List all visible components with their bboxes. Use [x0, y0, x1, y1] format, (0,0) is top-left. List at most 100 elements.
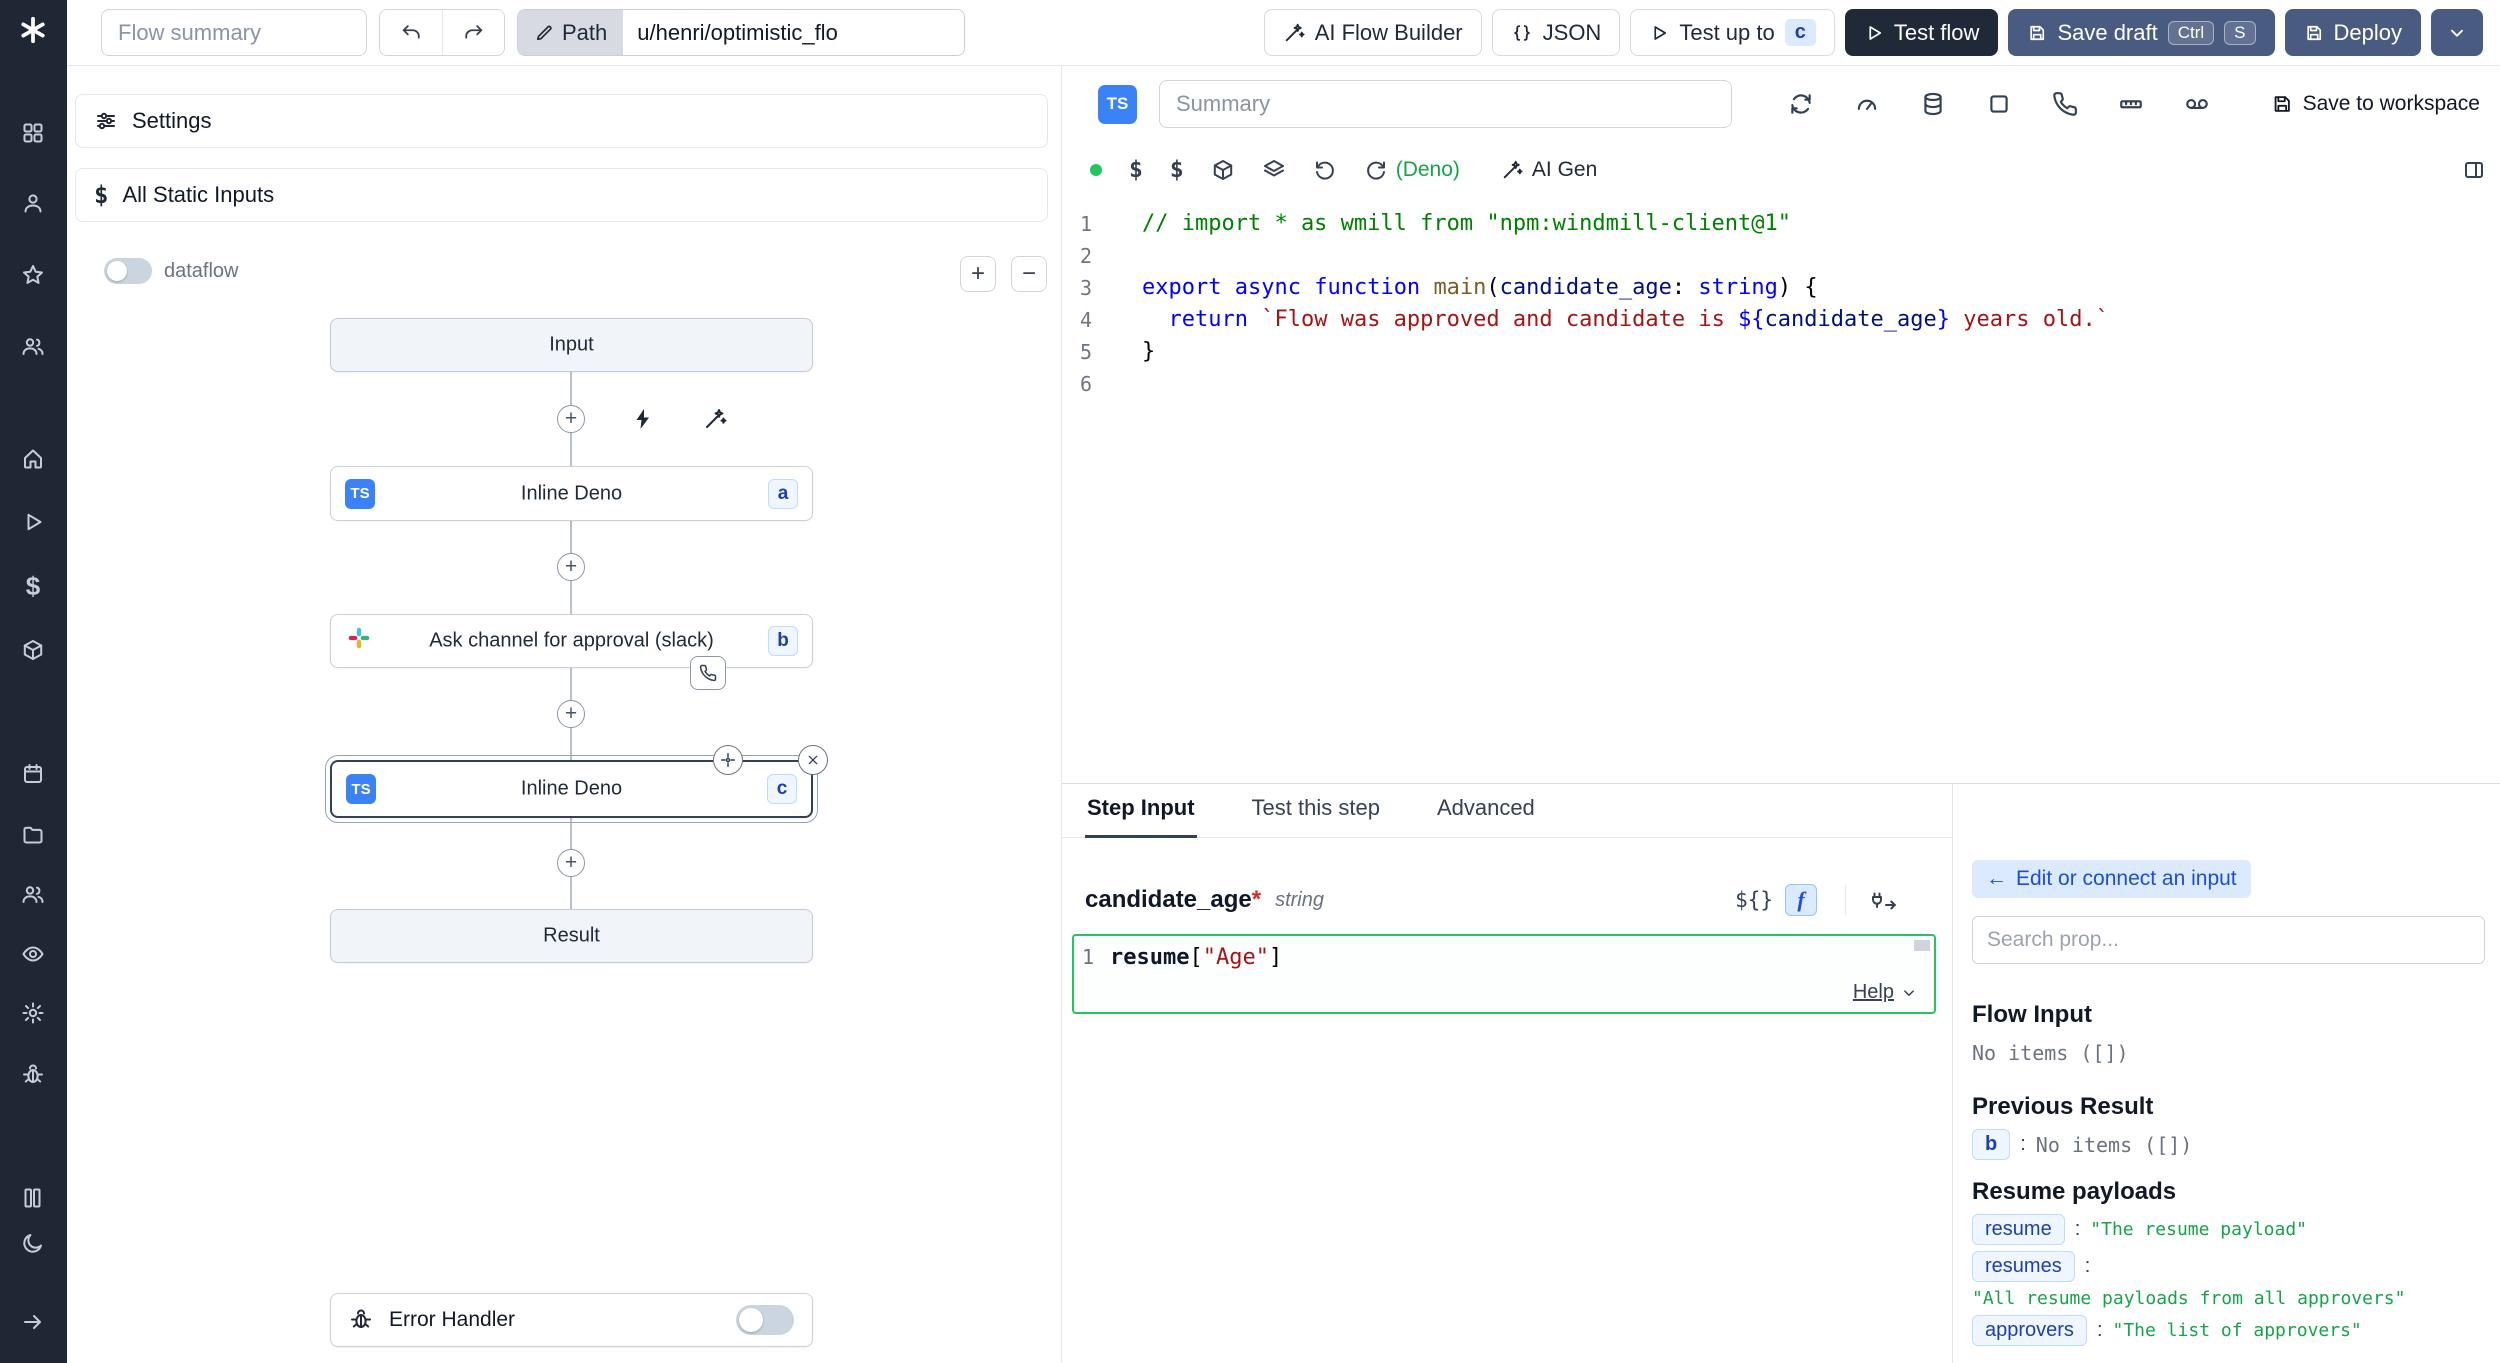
- ruler-icon[interactable]: [2118, 91, 2144, 117]
- ai-flow-builder-button[interactable]: AI Flow Builder: [1264, 9, 1482, 56]
- json-button[interactable]: JSON: [1492, 9, 1621, 56]
- expression-button[interactable]: ${}: [1735, 888, 1773, 912]
- approvers-chip[interactable]: approvers: [1972, 1315, 2087, 1346]
- expand-sidebar-arrow-icon[interactable]: [13, 1302, 53, 1342]
- stop-square-icon[interactable]: [1986, 91, 2012, 117]
- step-node-a[interactable]: TS Inline Deno a: [330, 466, 813, 521]
- step-node-c-selected[interactable]: TS Inline Deno c: [330, 760, 813, 818]
- layers-icon[interactable]: [1262, 158, 1286, 182]
- add-step-button[interactable]: +: [557, 405, 585, 433]
- reset-undo-icon[interactable]: [1313, 158, 1337, 182]
- input-node[interactable]: Input: [330, 318, 813, 372]
- schedules-calendar-icon[interactable]: [13, 754, 53, 794]
- mini-editor-scrollbar[interactable]: [1914, 940, 1930, 951]
- search-prop-input[interactable]: [1972, 916, 2485, 964]
- code-editor[interactable]: 1// import * as wmill from "npm:windmill…: [1062, 198, 2500, 400]
- tab-advanced[interactable]: Advanced: [1435, 795, 1537, 838]
- panel-columns-icon[interactable]: [2462, 158, 2486, 182]
- docs-books-icon[interactable]: [13, 1178, 53, 1218]
- edit-connect-button[interactable]: ← Edit or connect an input: [1972, 860, 2251, 898]
- move-step-crosshair-icon[interactable]: [713, 745, 743, 775]
- users-icon[interactable]: [13, 183, 53, 223]
- deploy-menu-button[interactable]: [2431, 9, 2483, 56]
- resume-chip[interactable]: resume: [1972, 1214, 2065, 1245]
- add-step-button[interactable]: +: [557, 553, 585, 581]
- package-cube-icon[interactable]: [1211, 158, 1235, 182]
- settings-gear-icon[interactable]: [13, 993, 53, 1033]
- mini-code-tokens[interactable]: resume["Age"]: [1110, 945, 1282, 970]
- error-handler-row[interactable]: Error Handler: [330, 1293, 813, 1347]
- dark-mode-moon-icon[interactable]: [13, 1223, 53, 1263]
- windmill-logo-icon[interactable]: [13, 10, 53, 50]
- help-link[interactable]: Help: [1853, 981, 1918, 1004]
- approvers-row: approvers : "The list of approvers": [1972, 1315, 2485, 1346]
- refresh-cycle-icon[interactable]: [1788, 91, 1814, 117]
- home-icon[interactable]: [13, 439, 53, 479]
- database-icon[interactable]: [1920, 91, 1946, 117]
- resumes-chip[interactable]: resumes: [1972, 1251, 2075, 1282]
- previous-result-badge[interactable]: b: [1972, 1129, 2010, 1160]
- step-summary-input[interactable]: [1159, 80, 1732, 128]
- test-up-to-button[interactable]: Test up to c: [1630, 9, 1835, 56]
- code-line[interactable]: 2: [1062, 240, 2500, 272]
- flow-settings-row[interactable]: Settings: [75, 94, 1048, 148]
- save-to-workspace-button[interactable]: Save to workspace: [2271, 92, 2480, 116]
- phone-icon[interactable]: [2052, 91, 2078, 117]
- debug-bug-icon[interactable]: [13, 1055, 53, 1095]
- favorites-star-icon[interactable]: [13, 255, 53, 295]
- tab-step-input[interactable]: Step Input: [1085, 795, 1197, 838]
- edit-connect-label: Edit or connect an input: [2016, 867, 2237, 891]
- code-line[interactable]: 6: [1062, 368, 2500, 400]
- error-handler-toggle[interactable]: [736, 1305, 794, 1335]
- context-variables-icon[interactable]: $: [1129, 157, 1143, 183]
- code-line[interactable]: 3export async function main(candidate_ag…: [1062, 272, 2500, 304]
- audit-eye-icon[interactable]: [13, 934, 53, 974]
- result-node[interactable]: Result: [330, 909, 813, 963]
- separator: :: [2097, 1319, 2103, 1342]
- runtime-selector[interactable]: (Deno): [1364, 158, 1460, 182]
- folders-icon[interactable]: [13, 815, 53, 855]
- step-id-badge: a: [768, 479, 798, 509]
- code-line[interactable]: 4 return `Flow was approved and candidat…: [1062, 304, 2500, 336]
- workers-icon[interactable]: [13, 874, 53, 914]
- step-node-b[interactable]: Ask channel for approval (slack) b: [330, 614, 813, 668]
- tab-test-this-step[interactable]: Test this step: [1250, 795, 1382, 838]
- save-draft-label: Save draft: [2057, 20, 2157, 46]
- runs-play-icon[interactable]: [13, 502, 53, 542]
- remove-step-close-icon[interactable]: [798, 745, 828, 775]
- groups-icon[interactable]: [13, 326, 53, 366]
- voicemail-icon[interactable]: [2184, 91, 2210, 117]
- deploy-button[interactable]: Deploy: [2285, 9, 2421, 56]
- static-inputs-row[interactable]: $ All Static Inputs: [75, 168, 1048, 222]
- redo-button[interactable]: [442, 10, 504, 55]
- flow-summary-input[interactable]: [101, 9, 367, 56]
- apps-icon[interactable]: [13, 113, 53, 153]
- connect-input-button[interactable]: f: [1785, 884, 1817, 916]
- plug-arrow-icon[interactable]: [1870, 887, 1900, 913]
- path-button[interactable]: Path: [518, 10, 623, 55]
- json-braces-icon: [1511, 22, 1533, 44]
- test-flow-button[interactable]: Test flow: [1845, 9, 1999, 56]
- add-step-button[interactable]: +: [557, 849, 585, 877]
- secrets-icon[interactable]: $: [1170, 157, 1184, 183]
- resources-cube-icon[interactable]: [13, 630, 53, 670]
- gauge-icon[interactable]: [1854, 91, 1880, 117]
- input-expression-editor[interactable]: 1 resume["Age"] Help: [1072, 934, 1936, 1014]
- arrow-left-icon: ←: [1986, 867, 2007, 891]
- zoom-in-button[interactable]: +: [960, 256, 996, 292]
- ai-gen-button[interactable]: AI Gen: [1501, 158, 1597, 182]
- variables-dollar-icon[interactable]: $: [13, 566, 53, 606]
- trigger-bolt-icon[interactable]: [628, 404, 658, 434]
- path-input[interactable]: [623, 10, 964, 55]
- zoom-out-button[interactable]: −: [1011, 256, 1047, 292]
- previous-result-row: b : No items ([]): [1972, 1129, 2485, 1160]
- save-draft-button[interactable]: Save draft Ctrl S: [2008, 9, 2274, 56]
- approval-phone-chip[interactable]: [690, 656, 726, 690]
- ai-wand-icon[interactable]: [700, 404, 730, 434]
- code-line[interactable]: 1// import * as wmill from "npm:windmill…: [1062, 208, 2500, 240]
- undo-button[interactable]: [380, 10, 442, 55]
- dataflow-toggle[interactable]: [104, 258, 152, 284]
- code-line[interactable]: 5}: [1062, 336, 2500, 368]
- code-editor-lines[interactable]: 1// import * as wmill from "npm:windmill…: [1062, 208, 2500, 400]
- typescript-badge: TS: [1098, 85, 1137, 124]
